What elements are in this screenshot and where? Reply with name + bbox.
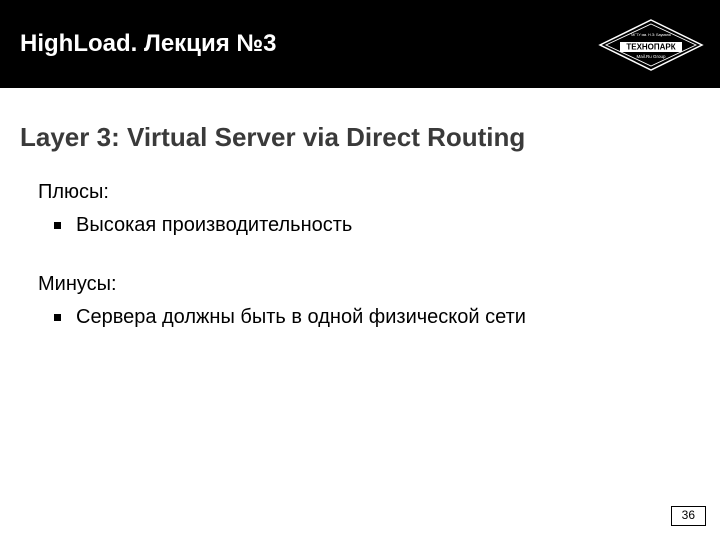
pros-label: Плюсы: (38, 181, 692, 204)
page-number: 36 (671, 506, 706, 526)
slide-title: Layer 3: Virtual Server via Direct Routi… (20, 122, 692, 153)
logo-text: ТЕХНОПАРК (626, 43, 675, 52)
list-item: Сервера должны быть в одной физической с… (54, 304, 692, 331)
cons-label: Минусы: (38, 273, 692, 296)
header-title: HighLoad. Лекция №3 (20, 30, 276, 58)
svg-text:МГТУ им. Н.Э. Баумана: МГТУ им. Н.Э. Баумана (631, 33, 671, 37)
logo-subtext: Mail.Ru Group (636, 54, 666, 59)
cons-list: Сервера должны быть в одной физической с… (54, 304, 692, 331)
content-area: Layer 3: Virtual Server via Direct Routi… (0, 88, 720, 331)
technopark-logo: МГТУ им. Н.Э. Баумана ТЕХНОПАРК Mail.Ru … (596, 18, 706, 72)
pros-list: Высокая производительность (54, 212, 692, 239)
slide: HighLoad. Лекция №3 МГТУ им. Н.Э. Бауман… (0, 0, 720, 540)
header-bar: HighLoad. Лекция №3 МГТУ им. Н.Э. Бауман… (0, 0, 720, 88)
list-item: Высокая производительность (54, 212, 692, 239)
